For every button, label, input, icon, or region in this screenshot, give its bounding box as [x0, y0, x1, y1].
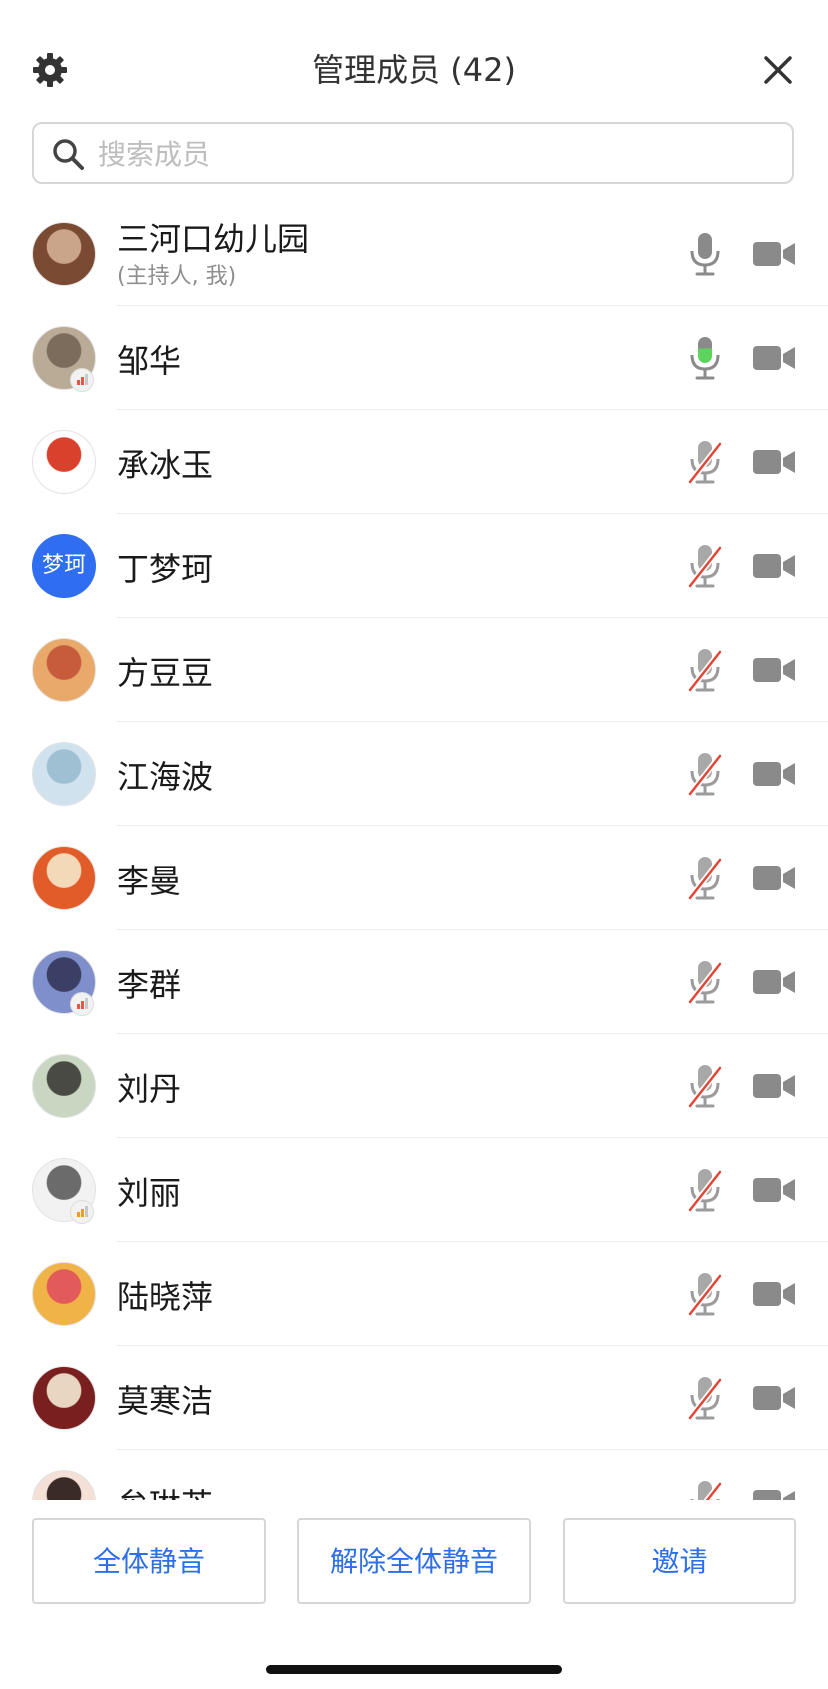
microphone-icon[interactable]	[685, 1478, 725, 1500]
microphone-icon[interactable]	[685, 1062, 725, 1110]
member-row[interactable]: 莫寒洁	[0, 1346, 828, 1450]
microphone-icon[interactable]	[685, 646, 725, 694]
microphone-icon[interactable]	[685, 1270, 725, 1318]
video-camera-icon[interactable]	[752, 758, 796, 790]
member-row[interactable]: 方豆豆	[0, 618, 828, 722]
member-name: 江海波	[117, 758, 214, 796]
unmute-all-button[interactable]: 解除全体静音	[297, 1518, 531, 1604]
video-camera-icon[interactable]	[752, 1174, 796, 1206]
member-row[interactable]: 三河口幼儿园 (主持人, 我)	[0, 202, 828, 306]
avatar[interactable]: 梦珂	[32, 534, 96, 598]
member-name: 刘丹	[117, 1070, 182, 1108]
video-camera-icon[interactable]	[752, 1278, 796, 1310]
member-management-sheet: 管理成员 (42) 三河口幼儿园 (主持人, 我) 邹华承冰玉梦珂丁梦珂方豆豆江海波…	[0, 0, 828, 1689]
member-name: 莫寒洁	[117, 1382, 214, 1420]
video-camera-icon[interactable]	[752, 862, 796, 894]
network-signal-icon	[70, 1200, 94, 1224]
network-signal-icon	[70, 992, 94, 1016]
member-row[interactable]: 陆晓萍	[0, 1242, 828, 1346]
member-name: 丁梦珂	[117, 550, 214, 588]
avatar[interactable]	[32, 222, 96, 286]
video-camera-icon[interactable]	[752, 1382, 796, 1414]
member-row[interactable]: 李群	[0, 930, 828, 1034]
member-name: 李群	[117, 966, 182, 1004]
close-icon[interactable]	[758, 50, 798, 90]
avatar[interactable]	[32, 1470, 96, 1500]
avatar[interactable]	[32, 1366, 96, 1430]
video-camera-icon[interactable]	[752, 238, 796, 270]
video-camera-icon[interactable]	[752, 1486, 796, 1500]
avatar[interactable]	[32, 742, 96, 806]
search-box[interactable]	[32, 122, 794, 184]
member-row[interactable]: 牟琳芝	[0, 1450, 828, 1500]
avatar[interactable]	[32, 430, 96, 494]
member-row[interactable]: 李曼	[0, 826, 828, 930]
microphone-icon[interactable]	[685, 334, 725, 382]
header: 管理成员 (42)	[0, 30, 828, 110]
avatar[interactable]	[32, 1262, 96, 1326]
microphone-icon[interactable]	[685, 1166, 725, 1214]
microphone-icon[interactable]	[685, 230, 725, 278]
avatar[interactable]	[32, 638, 96, 702]
mute-all-button[interactable]: 全体静音	[32, 1518, 266, 1604]
search-icon	[53, 139, 84, 170]
member-name: 刘丽	[117, 1174, 182, 1212]
video-camera-icon[interactable]	[752, 1070, 796, 1102]
microphone-icon[interactable]	[685, 1374, 725, 1422]
video-camera-icon[interactable]	[752, 550, 796, 582]
member-role: (主持人, 我)	[117, 264, 237, 289]
video-camera-icon[interactable]	[752, 654, 796, 686]
microphone-icon[interactable]	[685, 958, 725, 1006]
member-row[interactable]: 邹华	[0, 306, 828, 410]
microphone-icon[interactable]	[685, 750, 725, 798]
page-title: 管理成员 (42)	[312, 51, 516, 89]
avatar[interactable]	[32, 1054, 96, 1118]
microphone-icon[interactable]	[685, 542, 725, 590]
video-camera-icon[interactable]	[752, 342, 796, 374]
avatar[interactable]	[32, 846, 96, 910]
network-signal-icon	[70, 368, 94, 392]
member-row[interactable]: 刘丽	[0, 1138, 828, 1242]
search-input[interactable]	[96, 124, 780, 184]
home-indicator	[266, 1665, 562, 1674]
member-row[interactable]: 承冰玉	[0, 410, 828, 514]
microphone-icon[interactable]	[685, 438, 725, 486]
footer-actions: 全体静音 解除全体静音 邀请	[0, 1500, 828, 1689]
invite-button[interactable]: 邀请	[563, 1518, 796, 1604]
member-name: 承冰玉	[117, 446, 214, 484]
member-row[interactable]: 梦珂 丁梦珂	[0, 514, 828, 618]
member-name: 邹华	[117, 342, 182, 380]
member-name: 牟琳芝	[117, 1480, 213, 1500]
member-name: 李曼	[117, 862, 182, 900]
member-row[interactable]: 江海波	[0, 722, 828, 826]
video-camera-icon[interactable]	[752, 446, 796, 478]
member-name: 三河口幼儿园	[117, 220, 310, 258]
video-camera-icon[interactable]	[752, 966, 796, 998]
member-row[interactable]: 刘丹	[0, 1034, 828, 1138]
member-list: 三河口幼儿园 (主持人, 我) 邹华承冰玉梦珂 丁梦珂方豆豆江海波李曼李群刘丹刘丽陆晓…	[0, 202, 828, 1500]
microphone-icon[interactable]	[685, 854, 725, 902]
member-name: 陆晓萍	[117, 1278, 214, 1316]
member-name: 方豆豆	[117, 654, 214, 692]
